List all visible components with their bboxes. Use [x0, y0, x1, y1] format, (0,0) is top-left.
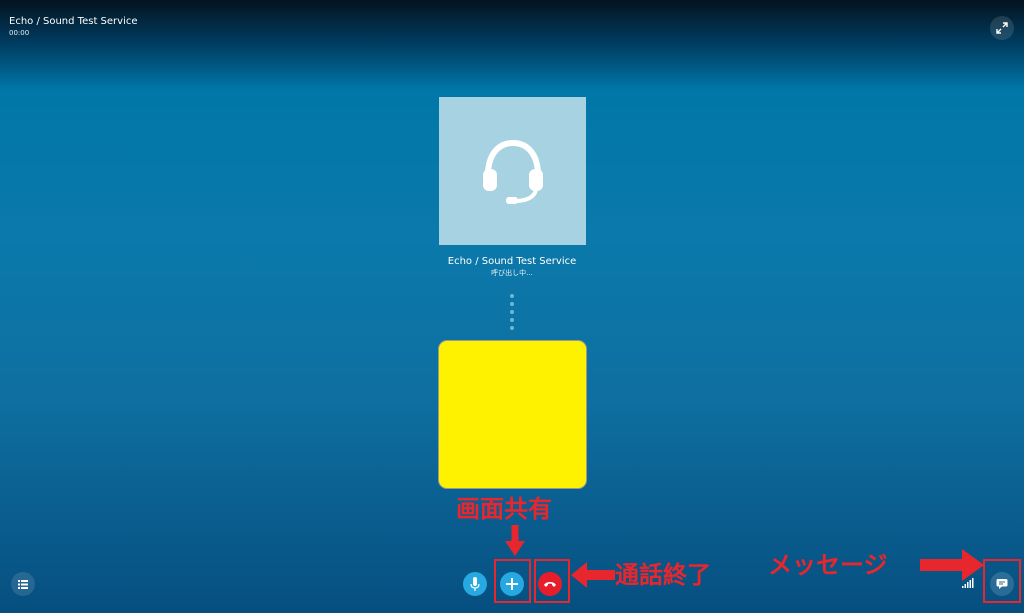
call-timer: 00:00: [9, 29, 30, 37]
connecting-dot: [510, 310, 514, 314]
expand-button[interactable]: [990, 16, 1014, 40]
connecting-indicator: [510, 294, 514, 334]
connecting-dot: [510, 302, 514, 306]
headset-icon: [482, 139, 543, 204]
annotation-arrow-left: [571, 562, 615, 588]
annotation-arrow-right: [920, 549, 984, 581]
remote-avatar: [439, 97, 586, 245]
annotation-box-share: [494, 559, 531, 603]
annotation-label-share: 画面共有: [456, 495, 552, 523]
annotation-arrow-down: [505, 525, 525, 556]
connecting-dot: [510, 318, 514, 322]
connecting-dot: [510, 294, 514, 298]
connecting-dot: [510, 326, 514, 330]
call-menu-button[interactable]: [11, 572, 35, 596]
annotation-box-end: [534, 559, 570, 603]
remote-status: 呼び出し中...: [491, 269, 533, 277]
annotation-box-message: [983, 559, 1021, 603]
call-title: Echo / Sound Test Service: [9, 16, 138, 27]
mute-button[interactable]: [463, 572, 487, 596]
self-video-preview: [439, 341, 586, 488]
annotation-label-message: メッセージ: [768, 551, 888, 579]
call-header: Echo / Sound Test Service 00:00: [9, 15, 138, 38]
expand-icon: [996, 22, 1008, 34]
remote-name: Echo / Sound Test Service: [447, 256, 577, 267]
annotation-label-end: 通話終了: [615, 561, 711, 589]
microphone-icon: [470, 577, 480, 591]
list-icon: [18, 579, 28, 589]
